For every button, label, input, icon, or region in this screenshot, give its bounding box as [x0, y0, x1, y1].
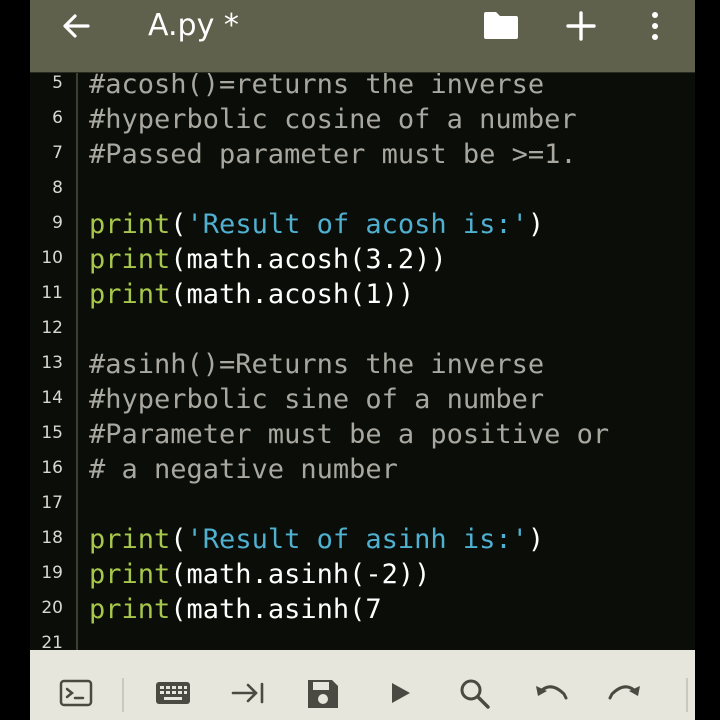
- code-token: (: [170, 209, 187, 240]
- code-line[interactable]: 8: [30, 172, 695, 207]
- tab-icon[interactable]: [230, 676, 268, 710]
- line-number: 20: [41, 598, 63, 618]
- code-text: print('Result of acosh is:'): [89, 207, 544, 242]
- code-editor[interactable]: 5 #acosh()=returns the inverse 6 #hyperboli…: [30, 72, 695, 651]
- run-icon[interactable]: [382, 676, 420, 710]
- code-text: # a negative number: [89, 452, 398, 487]
- comment-token: #Passed parameter must be >=1.: [89, 139, 577, 170]
- undo-icon[interactable]: [532, 676, 570, 710]
- code-token: (math.acosh(3.2)): [170, 244, 447, 275]
- file-title: A.py *: [148, 8, 239, 43]
- line-number: 13: [41, 353, 63, 373]
- code-line[interactable]: 18 print('Result of asinh is:'): [30, 522, 695, 557]
- line-number: 8: [52, 178, 63, 198]
- code-line[interactable]: 11 print(math.acosh(1)): [30, 277, 695, 312]
- keyword-token: print: [89, 594, 171, 625]
- comment-token: #acosh()=returns the inverse: [89, 72, 545, 100]
- line-number: 19: [41, 563, 63, 583]
- code-line[interactable]: 14 #hyperbolic sine of a number: [30, 382, 695, 417]
- keyword-token: print: [89, 524, 171, 555]
- code-text: #hyperbolic cosine of a number: [89, 102, 577, 137]
- line-number: 11: [41, 283, 63, 303]
- top-toolbar: A.py *: [30, 0, 695, 72]
- code-line[interactable]: 5 #acosh()=returns the inverse: [30, 72, 695, 102]
- string-token: 'Result of asinh is:': [186, 524, 528, 555]
- comment-token: #hyperbolic cosine of a number: [89, 104, 577, 135]
- code-line[interactable]: 17: [30, 487, 695, 522]
- line-number: 21: [41, 633, 63, 651]
- code-line[interactable]: 10 print(math.acosh(3.2)): [30, 242, 695, 277]
- code-text: #asinh()=Returns the inverse: [89, 347, 544, 382]
- code-token: (math.acosh(1)): [170, 279, 415, 310]
- line-number: 7: [52, 143, 63, 163]
- code-line[interactable]: 21: [30, 627, 695, 651]
- keyword-token: print: [89, 559, 171, 590]
- line-number: 12: [41, 318, 63, 338]
- code-text: print(math.asinh(-2)): [89, 557, 430, 592]
- code-text: #acosh()=returns the inverse: [89, 72, 545, 102]
- code-token: ): [527, 209, 545, 240]
- terminal-icon[interactable]: [58, 676, 96, 710]
- line-number: 18: [41, 528, 63, 548]
- code-token: ): [527, 524, 545, 555]
- comment-token: # a negative number: [89, 454, 398, 485]
- code-text: print(math.asinh(7: [89, 592, 382, 627]
- code-token: (math.asinh(7: [170, 594, 382, 625]
- folder-icon[interactable]: [482, 9, 520, 41]
- search-icon[interactable]: [456, 676, 494, 710]
- code-line[interactable]: 19 print(math.asinh(-2)): [30, 557, 695, 592]
- save-icon[interactable]: [304, 676, 342, 710]
- line-number: 6: [52, 108, 63, 128]
- plus-icon[interactable]: [563, 8, 599, 44]
- line-number: 10: [41, 248, 63, 268]
- line-number: 16: [41, 458, 63, 478]
- keyword-token: print: [89, 244, 171, 275]
- comment-token: #Parameter must be a positive or: [89, 419, 610, 450]
- code-text: #Passed parameter must be >=1.: [89, 137, 577, 172]
- toolbar-divider: [122, 678, 124, 712]
- toolbar-divider: [686, 678, 688, 712]
- line-number: 15: [41, 423, 63, 443]
- code-token: (math.asinh(-2)): [170, 559, 431, 590]
- line-number: 14: [41, 388, 63, 408]
- editor-app: A.py * 5 #acosh()=returns the inverse 6 #hy…: [30, 0, 695, 720]
- keyboard-icon[interactable]: [154, 676, 192, 710]
- code-line[interactable]: 15 #Parameter must be a positive or: [30, 417, 695, 452]
- line-number: 9: [52, 213, 63, 233]
- code-text: print('Result of asinh is:'): [89, 522, 544, 557]
- comment-token: #hyperbolic sine of a number: [89, 384, 545, 415]
- code-line[interactable]: 13 #asinh()=Returns the inverse: [30, 347, 695, 382]
- more-vert-icon[interactable]: [643, 8, 667, 44]
- line-number: 5: [52, 73, 63, 93]
- code-token: (: [170, 524, 187, 555]
- line-number: 17: [41, 493, 63, 513]
- code-text: print(math.acosh(3.2)): [89, 242, 447, 277]
- back-arrow-icon[interactable]: [58, 8, 94, 44]
- code-line[interactable]: 12: [30, 312, 695, 347]
- code-text: print(math.acosh(1)): [89, 277, 414, 312]
- keyword-token: print: [89, 279, 171, 310]
- string-token: 'Result of acosh is:': [186, 209, 528, 240]
- code-text: #Parameter must be a positive or: [89, 417, 609, 452]
- code-text: #hyperbolic sine of a number: [89, 382, 544, 417]
- keyword-token: print: [89, 209, 171, 240]
- code-line[interactable]: 20 print(math.asinh(7: [30, 592, 695, 627]
- code-line[interactable]: 9 print('Result of acosh is:'): [30, 207, 695, 242]
- bottom-toolbar: [30, 650, 695, 720]
- redo-icon[interactable]: [606, 676, 644, 710]
- code-line[interactable]: 7 #Passed parameter must be >=1.: [30, 137, 695, 172]
- code-line[interactable]: 16 # a negative number: [30, 452, 695, 487]
- code-line[interactable]: 6 #hyperbolic cosine of a number: [30, 102, 695, 137]
- comment-token: #asinh()=Returns the inverse: [89, 349, 545, 380]
